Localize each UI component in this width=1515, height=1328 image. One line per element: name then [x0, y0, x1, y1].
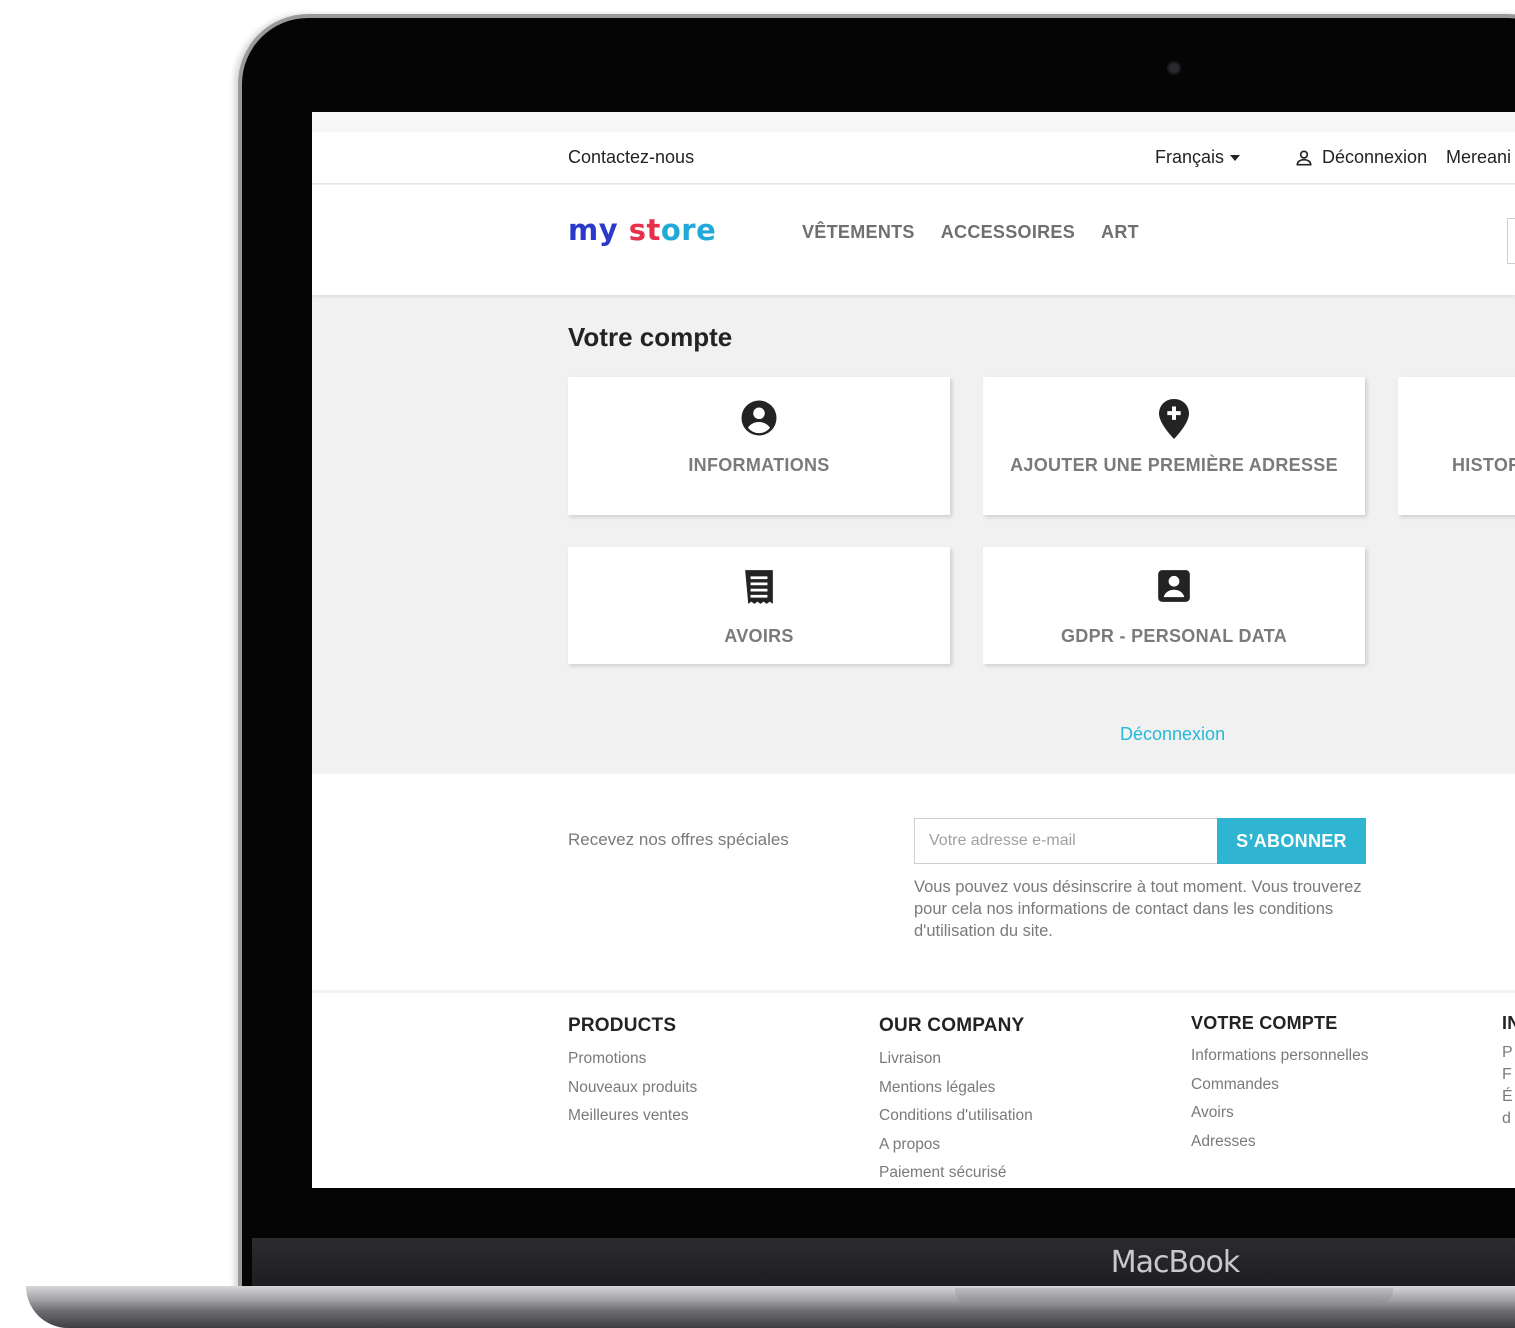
site-header: my store VÊTEMENTS ACCESSOIRES ART: [312, 185, 1515, 295]
footer-link[interactable]: Conditions d'utilisation: [879, 1102, 1033, 1131]
language-selector[interactable]: Français: [1155, 147, 1241, 168]
card-informations[interactable]: INFORMATIONS: [568, 377, 950, 515]
search-input[interactable]: [1507, 218, 1515, 264]
footer-store-info: IN P F É d: [1502, 1013, 1515, 1130]
footer-products: PRODUCTS Promotions Nouveaux produits Me…: [568, 1015, 697, 1131]
caret-down-icon: [1230, 155, 1241, 162]
brand-label: MacBook: [1110, 1245, 1240, 1280]
store-info-line: P: [1502, 1044, 1513, 1061]
store-info-line: F: [1502, 1066, 1512, 1083]
footer-link[interactable]: Mentions légales: [879, 1074, 1033, 1103]
top-bar: Contactez-nous Français Déconnexion Mere…: [312, 132, 1515, 184]
footer-account: VOTRE COMPTE Informations personnelles C…: [1191, 1013, 1369, 1156]
card-avoirs[interactable]: AVOIRS: [568, 547, 950, 664]
footer-heading: OUR COMPANY: [879, 1015, 1025, 1036]
main-nav: VÊTEMENTS ACCESSOIRES ART: [802, 222, 1139, 243]
account-circle-icon: [568, 397, 950, 439]
card-gdpr[interactable]: GDPR - PERSONAL DATA: [983, 547, 1365, 664]
email-field[interactable]: Votre adresse e-mail: [914, 818, 1218, 864]
card-label: AVOIRS: [724, 626, 794, 646]
newsletter-section: Recevez nos offres spéciales Votre adres…: [312, 774, 1515, 990]
store-info-line: d: [1502, 1110, 1511, 1127]
receipt-icon: [568, 567, 950, 607]
footer-company: OUR COMPANY Livraison Mentions légales C…: [879, 1015, 1033, 1188]
newsletter-label: Recevez nos offres spéciales: [568, 830, 789, 849]
store-logo[interactable]: my store: [568, 213, 716, 247]
page-title: Votre compte: [568, 322, 733, 352]
nav-item-accessoires[interactable]: ACCESSOIRES: [941, 222, 1075, 243]
footer-link[interactable]: Paiement sécurisé: [879, 1159, 1033, 1188]
screen: Contactez-nous Français Déconnexion Mere…: [312, 112, 1515, 1188]
newsletter-note: Vous pouvez vous désinscrire à tout mome…: [914, 878, 1362, 940]
camera-icon: [1167, 61, 1181, 75]
card-label: INFORMATIONS: [688, 455, 830, 475]
site-footer: PRODUCTS Promotions Nouveaux produits Me…: [312, 990, 1515, 1188]
subscribe-button[interactable]: S’ABONNER: [1217, 818, 1366, 864]
contact-link[interactable]: Contactez-nous: [568, 147, 694, 168]
laptop-notch: [955, 1288, 1393, 1304]
footer-heading: VOTRE COMPTE: [1191, 1013, 1338, 1033]
footer-link[interactable]: Livraison: [879, 1045, 1033, 1074]
footer-link[interactable]: Informations personnelles: [1191, 1042, 1369, 1071]
logout-link-top[interactable]: Déconnexion: [1294, 147, 1427, 168]
store-info-line: É: [1502, 1088, 1513, 1105]
footer-link[interactable]: Meilleures ventes: [568, 1102, 697, 1131]
account-link[interactable]: Mereani: [1446, 147, 1511, 168]
footer-heading: IN: [1502, 1013, 1515, 1033]
language-label: Français: [1155, 147, 1225, 167]
card-history[interactable]: HISTOR: [1398, 377, 1515, 515]
add-location-icon: [983, 397, 1365, 441]
browser-strip: [312, 112, 1515, 132]
nav-item-vetements[interactable]: VÊTEMENTS: [802, 222, 915, 243]
laptop-chin: [252, 1238, 1515, 1288]
card-add-address[interactable]: AJOUTER UNE PREMIÈRE ADRESSE: [983, 377, 1365, 515]
footer-link[interactable]: A propos: [879, 1131, 1033, 1160]
footer-link[interactable]: Adresses: [1191, 1128, 1369, 1157]
footer-link[interactable]: Avoirs: [1191, 1099, 1369, 1128]
user-icon: [1296, 150, 1312, 165]
footer-heading: PRODUCTS: [568, 1015, 677, 1036]
card-label: HISTOR: [1452, 455, 1515, 475]
account-box-icon: [983, 567, 1365, 605]
nav-item-art[interactable]: ART: [1101, 222, 1139, 243]
footer-link[interactable]: Commandes: [1191, 1071, 1369, 1100]
card-label: GDPR - PERSONAL DATA: [1060, 626, 1287, 646]
card-label: AJOUTER UNE PREMIÈRE ADRESSE: [1010, 455, 1338, 475]
logout-link[interactable]: Déconnexion: [1120, 724, 1225, 745]
logout-label: Déconnexion: [1322, 147, 1428, 167]
footer-link[interactable]: Nouveaux produits: [568, 1074, 697, 1103]
footer-link[interactable]: Promotions: [568, 1045, 697, 1074]
